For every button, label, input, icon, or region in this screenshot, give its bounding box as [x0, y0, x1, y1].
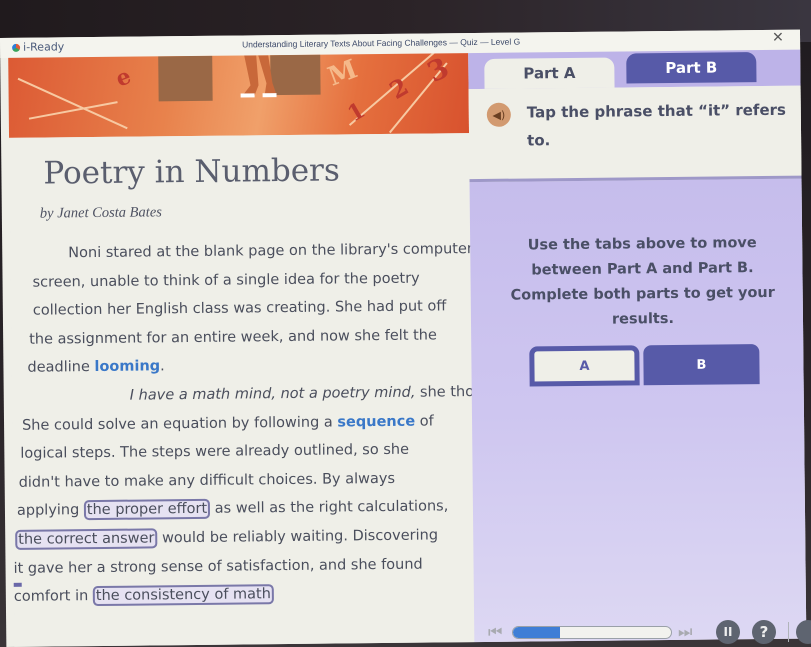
- banner-letter: e: [112, 63, 135, 93]
- skip-back-icon[interactable]: ⏮: [488, 622, 502, 642]
- passage-line: comfort in the consistency of math: [14, 578, 474, 611]
- banner-number: 2: [384, 71, 414, 106]
- passage-text: gave her a strong sense of satisfaction,…: [23, 556, 423, 577]
- passage-text: the assignment for an entire week, and n…: [29, 327, 437, 348]
- passage-text: Noni stared at the blank page on the lib…: [68, 241, 473, 262]
- passage-body: Noni stared at the blank page on the lib…: [10, 235, 512, 612]
- passage-text: applying: [16, 502, 84, 520]
- passage-text: would be reliably waiting. Discovering: [157, 527, 439, 547]
- help-icon[interactable]: ?: [752, 620, 776, 644]
- instructions-text: Use the tabs above to move between Part …: [510, 235, 775, 328]
- passage-text: She could solve an equation by following…: [21, 414, 338, 434]
- passage-line: the correct answer would be reliably wai…: [13, 521, 473, 554]
- quiz-screen: i-Ready Understanding Literary Texts Abo…: [0, 29, 807, 647]
- answer-choice-phrase[interactable]: the correct answer: [15, 528, 158, 550]
- brand-name: i-Ready: [23, 40, 65, 54]
- banner-block: [270, 54, 321, 96]
- progress-bar: [512, 626, 672, 639]
- question-prompt: Tap the phrase that “it” refers to.: [526, 100, 786, 150]
- passage-italic-text: I have a math mind, not a poetry mind,: [129, 384, 416, 404]
- tab-part-a[interactable]: Part A: [484, 57, 615, 89]
- passage-text: .: [160, 358, 165, 375]
- footer-controls: ⏮ ⏭ II ?: [470, 618, 811, 647]
- reading-passage: Poetry in Numbers by Janet Costa Bates N…: [9, 133, 512, 647]
- passage-title: Poetry in Numbers: [43, 152, 341, 192]
- passage-text: collection her English class was creatin…: [32, 298, 447, 319]
- iready-logo-icon: [12, 43, 21, 52]
- pronoun-it-marker: it: [13, 554, 23, 583]
- passage-text: didn't have to make any difficult choice…: [18, 470, 396, 491]
- passage-text: as well as the right calculations,: [210, 498, 449, 518]
- vocabulary-word-link[interactable]: looming: [94, 359, 160, 376]
- tab-part-b[interactable]: Part B: [626, 52, 757, 84]
- passage-text: comfort in: [13, 588, 93, 606]
- passage-text: screen, unable to think of a single idea…: [32, 270, 420, 291]
- passage-text: deadline: [27, 359, 95, 377]
- close-icon[interactable]: ✕: [772, 30, 784, 46]
- speaker-icon[interactable]: ◀): [486, 102, 511, 127]
- passage-line: logical steps. The steps were already ou…: [12, 435, 472, 468]
- answer-choice-phrase[interactable]: the proper effort: [83, 499, 211, 521]
- banner-letter: M: [324, 54, 362, 93]
- passage-line: it gave her a strong sense of satisfacti…: [13, 550, 473, 583]
- part-tabs: Part A Part B: [468, 49, 801, 90]
- instructions-area: Use the tabs above to move between Part …: [469, 175, 807, 643]
- banner-number: 1: [343, 97, 370, 128]
- answer-choice-phrase[interactable]: the consistency of math: [92, 584, 274, 607]
- story-banner-illustration: e 1 2 3 M: [8, 53, 470, 138]
- brand-logo: i-Ready: [12, 40, 64, 54]
- footer-divider: [788, 622, 789, 642]
- passage-text: logical steps. The steps were already ou…: [20, 441, 410, 462]
- passage-line: collection her English class was creatin…: [11, 292, 471, 325]
- question-prompt-area: ◀) Tap the phrase that “it” refers to.: [468, 85, 802, 180]
- progress-fill: [513, 627, 561, 638]
- passage-line: the assignment for an entire week, and n…: [11, 321, 471, 354]
- passage-line: I have a math mind, not a poetry mind, s…: [12, 378, 512, 411]
- passage-text: of: [415, 413, 434, 430]
- vocabulary-word-link[interactable]: sequence: [337, 413, 415, 430]
- question-panel: Part A Part B ◀) Tap the phrase that “it…: [468, 49, 807, 643]
- skip-forward-icon[interactable]: ⏭: [678, 622, 692, 642]
- passage-author: by Janet Costa Bates: [39, 204, 162, 222]
- passage-line: Noni stared at the blank page on the lib…: [10, 235, 473, 268]
- banner-block: [158, 55, 213, 102]
- part-b-button[interactable]: B: [643, 344, 760, 386]
- pause-icon[interactable]: II: [716, 620, 740, 644]
- walking-legs-illustration: [240, 55, 277, 98]
- more-icon[interactable]: [796, 620, 811, 644]
- part-a-button[interactable]: A: [529, 345, 640, 387]
- quiz-title: Understanding Literary Texts About Facin…: [242, 36, 521, 50]
